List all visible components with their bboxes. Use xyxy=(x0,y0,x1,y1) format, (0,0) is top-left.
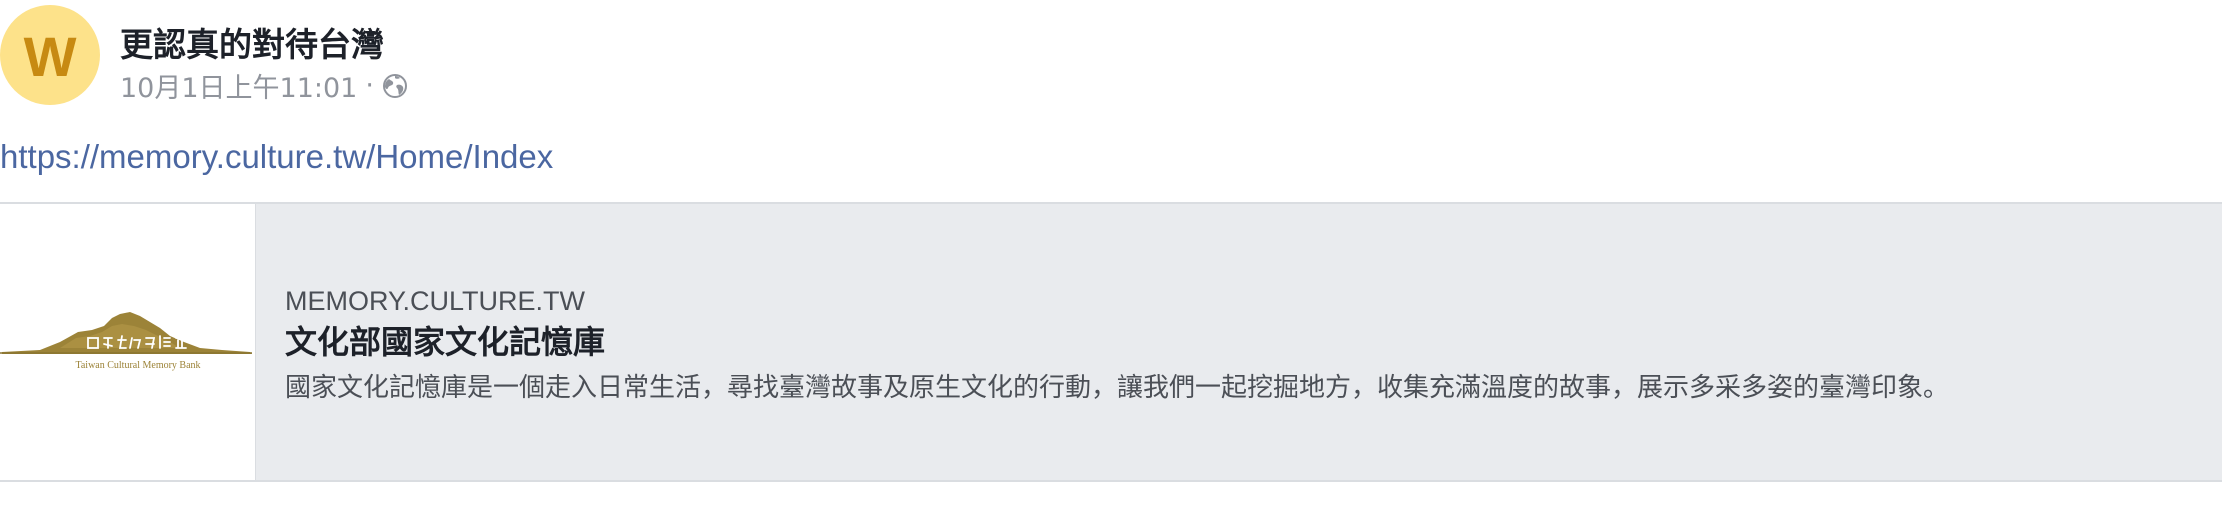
meta-separator: · xyxy=(365,70,374,101)
post-meta: 10月1日上午11:01 · xyxy=(120,66,408,105)
link-preview-text: MEMORY.CULTURE.TW 文化部國家文化記憶庫 國家文化記憶庫是一個走… xyxy=(285,284,2202,408)
avatar-letter: W xyxy=(23,25,77,88)
post-timestamp[interactable]: 10月1日上午11:01 xyxy=(120,66,357,105)
memory-bank-logo: Taiwan Cultural Memory Bank xyxy=(0,312,252,371)
link-preview-thumbnail[interactable]: Taiwan Cultural Memory Bank xyxy=(0,204,256,480)
link-preview-description: 國家文化記憶庫是一個走入日常生活，尋找臺灣故事及原生文化的行動，讓我們一起挖掘地… xyxy=(285,373,1950,403)
link-preview-title[interactable]: 文化部國家文化記憶庫 xyxy=(285,320,2202,364)
post-link[interactable]: https://memory.culture.tw/Home/Index xyxy=(0,138,553,176)
post-header: W 更認真的對待台灣 10月1日上午11:01 · xyxy=(0,0,900,110)
link-preview-domain: MEMORY.CULTURE.TW xyxy=(285,286,586,316)
avatar[interactable]: W xyxy=(0,5,100,105)
link-preview-card[interactable]: Taiwan Cultural Memory Bank MEMORY.CULTU… xyxy=(0,202,2222,482)
page-name[interactable]: 更認真的對待台灣 xyxy=(120,18,384,66)
globe-icon[interactable] xyxy=(382,73,408,99)
memory-bank-logo-text: Taiwan Cultural Memory Bank xyxy=(75,360,200,371)
